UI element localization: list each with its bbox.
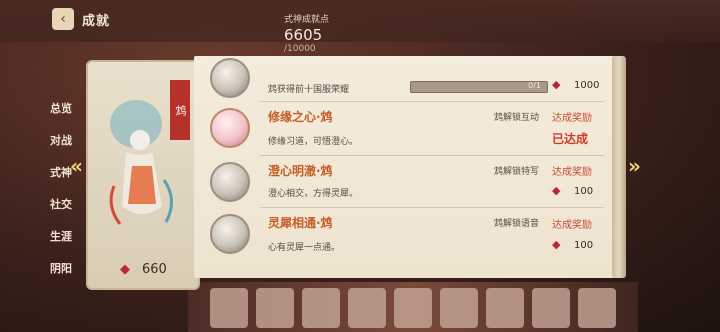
tab-onmyoji[interactable]: 阴阳 xyxy=(50,260,78,284)
progress-text: 0/1 xyxy=(528,81,541,90)
reward-amount: 1000 xyxy=(574,80,600,91)
achievement-title: 灵犀相通·鸩 xyxy=(268,216,333,230)
achievement-desc: 心有灵犀一点通。 xyxy=(268,243,341,253)
achievement-desc: 澄心相交，方得灵犀。 xyxy=(268,189,359,199)
portrait-thumb[interactable] xyxy=(394,288,432,328)
shikigami-portrait xyxy=(109,100,173,225)
reward-amount: 100 xyxy=(574,240,594,251)
portrait-thumb[interactable] xyxy=(348,288,386,328)
reward-status-label: 达成奖励 xyxy=(552,220,592,231)
tab-social[interactable]: 社交 xyxy=(50,196,78,220)
row-divider xyxy=(260,101,604,102)
prev-arrow-button[interactable]: « xyxy=(70,154,83,178)
back-button[interactable]: ‹ xyxy=(52,8,74,30)
tab-career[interactable]: 生涯 xyxy=(50,228,78,252)
magatama-icon: ◆ xyxy=(552,184,561,197)
achievement-desc: 鸩获得前十国服荣耀 xyxy=(268,85,350,95)
reward-amount: 100 xyxy=(574,186,594,197)
achievement-title: 修缘之心·鸩 xyxy=(268,110,333,124)
achievement-points-max: /10000 xyxy=(284,44,316,54)
magatama-icon: ◆ xyxy=(552,238,561,251)
magatama-icon: ◆ xyxy=(552,78,561,91)
tab-overview[interactable]: 总览 xyxy=(50,100,78,124)
portrait-thumb[interactable] xyxy=(486,288,524,328)
next-arrow-button[interactable]: » xyxy=(628,154,641,178)
unlock-label: 鸩解锁特写 xyxy=(494,167,540,177)
unlock-label: 鸩解锁互动 xyxy=(494,113,540,123)
left-tab-list: 总览 对战 式神 社交 生涯 阴阳 xyxy=(50,100,78,292)
portrait-thumb[interactable] xyxy=(440,288,478,328)
row-divider xyxy=(260,155,604,156)
achievement-medal-icon xyxy=(210,108,250,148)
portrait-thumb[interactable] xyxy=(256,288,294,328)
portrait-thumb[interactable] xyxy=(302,288,340,328)
portrait-thumb[interactable] xyxy=(210,288,248,328)
portrait-thumb[interactable] xyxy=(578,288,616,328)
achievement-medal-icon xyxy=(210,58,250,98)
portrait-thumb[interactable] xyxy=(532,288,570,328)
scroll-roller xyxy=(612,56,626,278)
achievement-progress-bar: 0/1 xyxy=(410,81,548,93)
tab-battle[interactable]: 对战 xyxy=(50,132,78,156)
achievement-title: 澄心明澈·鸩 xyxy=(268,164,333,178)
reward-status-label: 达成奖励 xyxy=(552,113,592,124)
achievement-medal-icon xyxy=(210,162,250,202)
completed-label: 已达成 xyxy=(552,132,589,146)
back-arrow-icon: ‹ xyxy=(60,11,66,27)
achievement-medal-icon xyxy=(210,214,250,254)
reward-status-label: 达成奖励 xyxy=(552,167,592,178)
page-title: 成就 xyxy=(82,14,111,29)
unlock-label: 鸩解锁语音 xyxy=(494,219,540,229)
achievement-points-label: 式神成就点 xyxy=(284,15,330,25)
row-divider xyxy=(260,207,604,208)
achievement-points-value: 6605 xyxy=(284,26,323,44)
achievement-desc: 修缘习道，可悟澄心。 xyxy=(268,137,359,147)
card-gem-count: 660 xyxy=(142,262,167,277)
magatama-icon: ◆ xyxy=(120,262,130,277)
